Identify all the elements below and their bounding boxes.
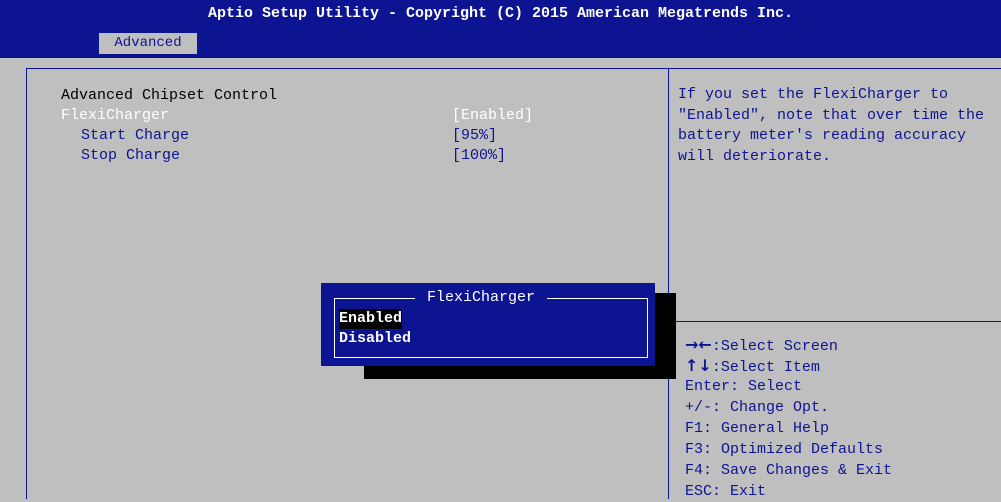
- tab-advanced[interactable]: Advanced: [99, 33, 197, 54]
- popup-option-disabled[interactable]: Disabled: [339, 329, 411, 349]
- section-title: Advanced Chipset Control: [61, 87, 278, 104]
- setting-start-charge-value: [95%]: [452, 127, 498, 144]
- popup-title: FlexiCharger: [415, 289, 548, 307]
- key-select-screen-text: :Select Screen: [711, 338, 838, 355]
- setting-stop-charge-label: Stop Charge: [81, 147, 181, 164]
- key-general-help: F1: General Help: [685, 420, 830, 437]
- setting-stop-charge-value: [100%]: [452, 147, 507, 164]
- left-right-arrows-icon: →←: [685, 335, 712, 354]
- key-enter-select: Enter: Select: [685, 378, 803, 395]
- setting-flexicharger-label[interactable]: FlexiCharger: [61, 106, 169, 126]
- setting-start-charge-label: Start Charge: [81, 127, 190, 144]
- popup-option-enabled[interactable]: Enabled: [339, 309, 403, 329]
- setting-flexicharger-value[interactable]: [Enabled]: [452, 106, 533, 126]
- key-save-exit: F4: Save Changes & Exit: [685, 462, 893, 479]
- title-bar: Aptio Setup Utility - Copyright (C) 2015…: [0, 0, 1001, 58]
- up-down-arrows-icon: ↑↓: [685, 356, 712, 375]
- key-select-item-text: :Select Item: [711, 359, 820, 376]
- key-change-opt: +/-: Change Opt.: [685, 399, 830, 416]
- key-legend: →←:Select Screen ↑↓:Select Item Enter: S…: [685, 334, 985, 502]
- key-optimized-defaults: F3: Optimized Defaults: [685, 441, 884, 458]
- key-select-screen: →←:Select Screen: [685, 334, 985, 355]
- key-select-item: ↑↓:Select Item: [685, 355, 985, 376]
- window-title: Aptio Setup Utility - Copyright (C) 2015…: [207, 5, 794, 22]
- help-text: If you set the FlexiCharger to "Enabled"…: [678, 86, 985, 165]
- help-divider: [669, 321, 1001, 322]
- flexicharger-popup: FlexiCharger Enabled Disabled: [321, 283, 655, 366]
